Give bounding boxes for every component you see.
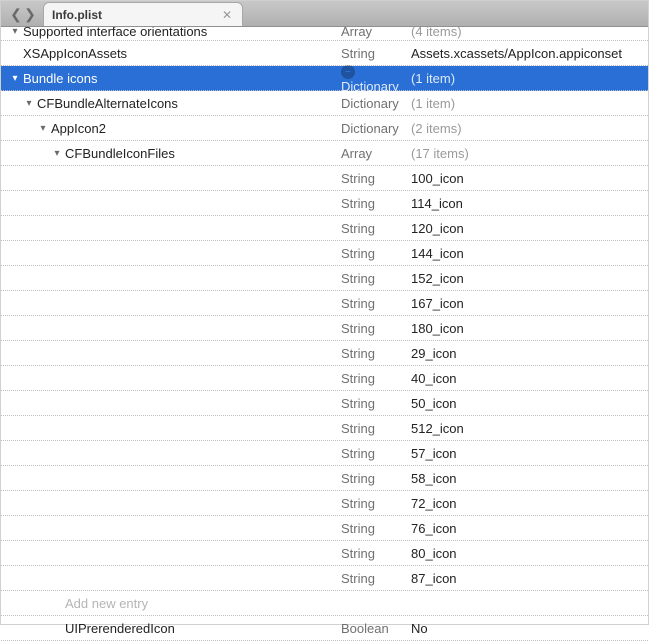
chevron-down-icon[interactable]: ▾ bbox=[51, 148, 63, 159]
value-label: (1 item) bbox=[411, 71, 648, 86]
table-row[interactable]: String100_icon bbox=[1, 166, 648, 191]
close-icon[interactable]: ✕ bbox=[220, 8, 234, 22]
plist-editor-table: ▾ Supported interface orientations Array… bbox=[1, 27, 648, 641]
table-row[interactable]: ▾ CFBundleAlternateIcons Dictionary (1 i… bbox=[1, 91, 648, 116]
table-row[interactable]: String72_icon bbox=[1, 491, 648, 516]
tab-nav-arrows: ❮ ❯ bbox=[7, 2, 43, 26]
type-label: Array bbox=[341, 27, 411, 39]
type-label: Boolean bbox=[341, 621, 411, 636]
type-label: Dictionary bbox=[341, 96, 411, 111]
value-label: 50_icon bbox=[411, 396, 648, 411]
key-label: AppIcon2 bbox=[51, 121, 106, 136]
key-label: CFBundleAlternateIcons bbox=[37, 96, 178, 111]
type-label: String bbox=[341, 221, 411, 236]
type-label: String bbox=[341, 446, 411, 461]
type-label: String bbox=[341, 246, 411, 261]
type-label: String bbox=[341, 321, 411, 336]
table-row[interactable]: ▾ Supported interface orientations Array… bbox=[1, 27, 648, 41]
table-row[interactable]: String80_icon bbox=[1, 541, 648, 566]
type-label: String bbox=[341, 271, 411, 286]
value-label: (4 items) bbox=[411, 27, 648, 39]
chevron-down-icon[interactable]: ▾ bbox=[9, 73, 21, 84]
tab-bar: ❮ ❯ Info.plist ✕ bbox=[1, 1, 648, 27]
value-label: Assets.xcassets/AppIcon.appiconset bbox=[411, 46, 648, 61]
table-row[interactable]: ▾ CFBundleIconFiles Array (17 items) bbox=[1, 141, 648, 166]
type-label: String bbox=[341, 471, 411, 486]
tab-title: Info.plist bbox=[52, 8, 220, 22]
value-label: (17 items) bbox=[411, 146, 648, 161]
table-row[interactable]: UIPrerenderedIcon Boolean No bbox=[1, 616, 648, 641]
value-label: 144_icon bbox=[411, 246, 648, 261]
type-label: String bbox=[341, 371, 411, 386]
value-label: 72_icon bbox=[411, 496, 648, 511]
chevron-down-icon[interactable]: ▾ bbox=[37, 123, 49, 134]
table-row[interactable]: XSAppIconAssets String Assets.xcassets/A… bbox=[1, 41, 648, 66]
value-label: No bbox=[411, 621, 648, 636]
table-row[interactable]: String29_icon bbox=[1, 341, 648, 366]
table-row[interactable]: String512_icon bbox=[1, 416, 648, 441]
value-label: 152_icon bbox=[411, 271, 648, 286]
value-label: 40_icon bbox=[411, 371, 648, 386]
key-label: Supported interface orientations bbox=[23, 27, 207, 39]
remove-icon[interactable]: – bbox=[341, 65, 355, 79]
value-label: 76_icon bbox=[411, 521, 648, 536]
type-label: String bbox=[341, 396, 411, 411]
type-label: Array bbox=[341, 146, 411, 161]
value-label: (1 item) bbox=[411, 96, 648, 111]
editor-tab-info-plist[interactable]: Info.plist ✕ bbox=[43, 2, 243, 26]
chevron-down-icon[interactable]: ▾ bbox=[9, 27, 21, 37]
type-label: String bbox=[341, 496, 411, 511]
table-row[interactable]: String152_icon bbox=[1, 266, 648, 291]
value-label: 167_icon bbox=[411, 296, 648, 311]
table-row[interactable]: String120_icon bbox=[1, 216, 648, 241]
table-row[interactable]: ▾ AppIcon2 Dictionary (2 items) bbox=[1, 116, 648, 141]
table-row[interactable]: String180_icon bbox=[1, 316, 648, 341]
chevron-down-icon[interactable]: ▾ bbox=[23, 98, 35, 109]
nav-forward-icon[interactable]: ❯ bbox=[23, 7, 37, 21]
type-label: String bbox=[341, 171, 411, 186]
table-row[interactable]: String57_icon bbox=[1, 441, 648, 466]
table-row[interactable]: String167_icon bbox=[1, 291, 648, 316]
type-column-selected: –Dictionary bbox=[341, 62, 411, 94]
type-label: String bbox=[341, 546, 411, 561]
value-label: 80_icon bbox=[411, 546, 648, 561]
value-label: 100_icon bbox=[411, 171, 648, 186]
type-label: String bbox=[341, 421, 411, 436]
key-label: UIPrerenderedIcon bbox=[65, 621, 175, 636]
type-label: String bbox=[341, 521, 411, 536]
key-label: XSAppIconAssets bbox=[23, 46, 127, 61]
value-label: 58_icon bbox=[411, 471, 648, 486]
type-label: String bbox=[341, 46, 411, 61]
key-label: CFBundleIconFiles bbox=[65, 146, 175, 161]
value-label: 57_icon bbox=[411, 446, 648, 461]
value-label: 180_icon bbox=[411, 321, 648, 336]
table-row-selected[interactable]: ▾ Bundle icons –Dictionary (1 item) bbox=[1, 66, 648, 91]
value-label: (2 items) bbox=[411, 121, 648, 136]
add-entry-row[interactable]: Add new entry bbox=[1, 591, 648, 616]
type-label: String bbox=[341, 296, 411, 311]
table-row[interactable]: String87_icon bbox=[1, 566, 648, 591]
add-entry-placeholder: Add new entry bbox=[65, 596, 148, 611]
table-row[interactable]: String58_icon bbox=[1, 466, 648, 491]
table-row[interactable]: String40_icon bbox=[1, 366, 648, 391]
nav-back-icon[interactable]: ❮ bbox=[9, 7, 23, 21]
type-label: Dictionary bbox=[341, 121, 411, 136]
type-label: String bbox=[341, 196, 411, 211]
value-label: 114_icon bbox=[411, 196, 648, 211]
key-label: Bundle icons bbox=[23, 71, 97, 86]
table-row[interactable]: String76_icon bbox=[1, 516, 648, 541]
value-label: 120_icon bbox=[411, 221, 648, 236]
value-label: 512_icon bbox=[411, 421, 648, 436]
type-label: String bbox=[341, 571, 411, 586]
type-label: String bbox=[341, 346, 411, 361]
table-row[interactable]: String114_icon bbox=[1, 191, 648, 216]
value-label: 29_icon bbox=[411, 346, 648, 361]
table-row[interactable]: String144_icon bbox=[1, 241, 648, 266]
table-row[interactable]: String50_icon bbox=[1, 391, 648, 416]
value-label: 87_icon bbox=[411, 571, 648, 586]
